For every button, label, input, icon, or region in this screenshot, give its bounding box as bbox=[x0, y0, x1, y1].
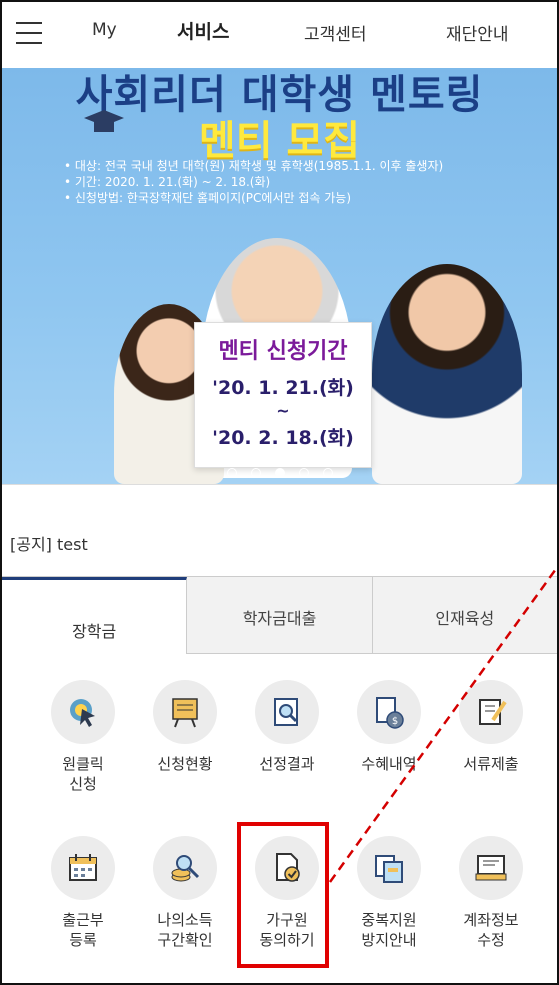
promo-banner[interactable]: 사회리더 대학생 멘토링 멘티 모집 • 대상: 전국 국내 청년 대학(원) … bbox=[2, 68, 557, 484]
service-attendance-register[interactable]: 출근부 등록 bbox=[33, 836, 133, 950]
money-bag-document-icon: $ bbox=[357, 680, 421, 744]
bank-card-icon bbox=[459, 836, 523, 900]
presentation-board-icon bbox=[153, 680, 217, 744]
service-label: 계좌정보 수정 bbox=[463, 911, 519, 949]
tab-talent-development[interactable]: 인재육성 bbox=[372, 577, 557, 654]
banner-info-method: • 신청방법: 한국장학재단 홈페이지(PC에서만 접속 가능) bbox=[64, 191, 352, 205]
service-account-info-edit[interactable]: 계좌정보 수정 bbox=[441, 836, 541, 950]
magnifier-document-icon bbox=[255, 680, 319, 744]
sign-date-end: '20. 2. 18.(화) bbox=[212, 427, 354, 449]
hamburger-menu-icon[interactable] bbox=[16, 22, 42, 44]
sign-tilde: ~ bbox=[276, 401, 290, 420]
service-label: 가구원 동의하기 bbox=[259, 911, 315, 949]
sign-date-start: '20. 1. 21.(화) bbox=[212, 377, 354, 399]
top-nav: My 서비스 고객센터 재단안내 bbox=[2, 2, 557, 68]
scroll-pen-icon bbox=[459, 680, 523, 744]
service-label: 신청현황 bbox=[157, 755, 213, 773]
nav-services[interactable]: 서비스 bbox=[177, 17, 229, 44]
tab-student-loan[interactable]: 학자금대출 bbox=[187, 577, 373, 654]
coins-magnifier-icon bbox=[153, 836, 217, 900]
service-label: 원클릭 신청 bbox=[62, 755, 104, 793]
slide-dot[interactable] bbox=[250, 468, 261, 478]
banner-info-period: • 기간: 2020. 1. 21.(화) ~ 2. 18.(화) bbox=[64, 175, 271, 189]
svg-text:$: $ bbox=[392, 716, 398, 727]
calendar-icon bbox=[51, 836, 115, 900]
notice-text[interactable]: [공지] test bbox=[10, 531, 88, 555]
slide-dot[interactable] bbox=[226, 468, 237, 478]
service-document-submit[interactable]: 서류제출 bbox=[441, 680, 541, 774]
slide-dot[interactable] bbox=[298, 468, 309, 478]
slide-dot-active[interactable] bbox=[274, 468, 285, 478]
service-household-consent[interactable]: 가구원 동의하기 bbox=[237, 836, 337, 950]
service-application-status[interactable]: 신청현황 bbox=[135, 680, 235, 774]
service-label: 중복지원 방지안내 bbox=[361, 911, 417, 949]
banner-info: • 대상: 전국 국내 청년 대학(원) 재학생 및 휴학생(1985.1.1.… bbox=[64, 158, 443, 206]
sign-title: 멘티 신청기간 bbox=[218, 339, 348, 364]
slide-indicator bbox=[2, 468, 557, 478]
tab-scholarship[interactable]: 장학금 bbox=[2, 577, 188, 654]
cursor-click-icon bbox=[51, 680, 115, 744]
service-benefit-history[interactable]: $ 수혜내역 bbox=[339, 680, 439, 774]
nav-customer-center[interactable]: 고객센터 bbox=[304, 20, 367, 45]
document-check-icon bbox=[255, 836, 319, 900]
service-selection-result[interactable]: 선정결과 bbox=[237, 680, 337, 774]
service-label: 수혜내역 bbox=[361, 755, 417, 773]
duplicate-documents-icon bbox=[357, 836, 421, 900]
service-one-click-apply[interactable]: 원클릭 신청 bbox=[33, 680, 133, 794]
service-duplicate-support-guide[interactable]: 중복지원 방지안내 bbox=[339, 836, 439, 950]
service-label: 서류제출 bbox=[463, 755, 519, 773]
app-frame: My 서비스 고객센터 재단안내 사회리더 대학생 멘토링 멘티 모집 • 대상… bbox=[0, 0, 559, 985]
service-income-bracket[interactable]: 나의소득 구간확인 bbox=[135, 836, 235, 950]
service-grid: 원클릭 신청 신청현황 선정결과 $ 수혜내역 서류제출 출근부 등록 나의소득… bbox=[2, 658, 557, 983]
category-tabs: 장학금 학자금대출 인재육성 bbox=[2, 576, 557, 654]
service-label: 출근부 등록 bbox=[62, 911, 104, 949]
period-signboard: 멘티 신청기간 '20. 1. 21.(화) ~ '20. 2. 18.(화) bbox=[194, 322, 372, 468]
nav-my[interactable]: My bbox=[92, 20, 117, 40]
nav-foundation-info[interactable]: 재단안내 bbox=[446, 20, 509, 45]
banner-info-target: • 대상: 전국 국내 청년 대학(원) 재학생 및 휴학생(1985.1.1.… bbox=[64, 159, 444, 173]
notice-bar[interactable]: [공지] test bbox=[2, 484, 557, 576]
service-label: 나의소득 구간확인 bbox=[157, 911, 213, 949]
slide-dot[interactable] bbox=[322, 468, 333, 478]
service-label: 선정결과 bbox=[259, 755, 315, 773]
man-student-image bbox=[372, 264, 522, 484]
